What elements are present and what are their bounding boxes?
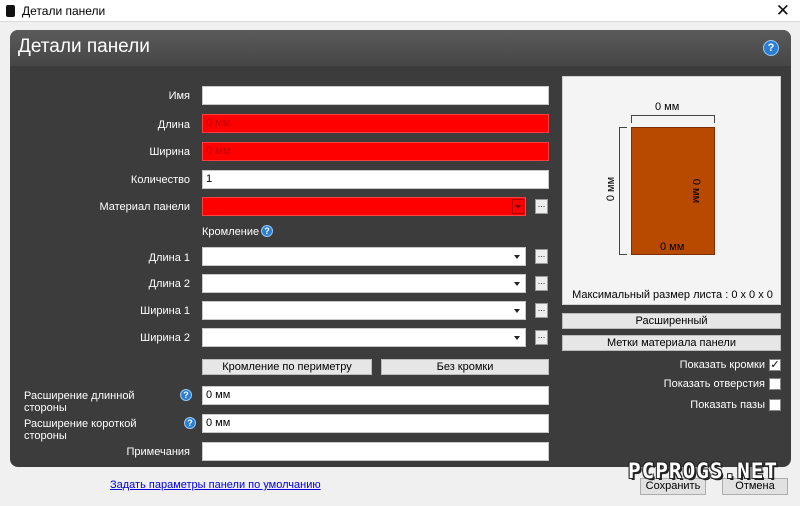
long-side-extension-input[interactable]: 0 мм [202, 386, 549, 405]
panel-title: Детали панели [18, 36, 150, 57]
top-dimension-label: 0 мм [655, 101, 680, 113]
no-edge-button[interactable]: Без кромки [381, 359, 549, 375]
top-dimension-line [631, 115, 715, 123]
edging-help-icon[interactable]: ? [261, 225, 273, 237]
quantity-label: Количество [130, 174, 190, 186]
edge-width1-select[interactable] [202, 301, 526, 320]
chevron-down-icon [514, 336, 520, 340]
edge-length1-select[interactable] [202, 247, 526, 266]
name-input[interactable] [202, 86, 549, 105]
long-side-help-icon[interactable]: ? [180, 389, 192, 401]
show-grooves-label: Показать пазы [690, 399, 765, 411]
panel-shape [631, 127, 715, 255]
edge-length2-select[interactable] [202, 274, 526, 293]
edge-width1-label: Ширина 1 [140, 305, 190, 317]
left-dimension-line [619, 127, 627, 255]
length-label: Длина [157, 119, 190, 131]
set-default-panel-params-link[interactable]: Задать параметры панели по умолчанию [110, 479, 321, 491]
material-labels-button[interactable]: Метки материала панели [562, 335, 781, 351]
edge-length1-browse-button[interactable]: ... [535, 249, 548, 264]
length-input[interactable]: 0 мм [202, 114, 549, 133]
watermark: PCPROGS.NET [628, 459, 779, 483]
quantity-input[interactable]: 1 [202, 170, 549, 189]
window-title: Детали панели [22, 4, 106, 18]
panel-header: Детали панели ? [10, 30, 791, 66]
chevron-down-icon [515, 205, 521, 209]
edge-length1-label: Длина 1 [148, 252, 190, 264]
show-edges-checkbox[interactable]: ✓ [769, 359, 781, 371]
short-side-help-icon[interactable]: ? [184, 417, 196, 429]
material-select[interactable] [202, 197, 526, 216]
long-side-extension-label: Расширение длинной стороны [24, 390, 135, 414]
material-dropdown-box[interactable] [512, 199, 524, 214]
edging-section-label: Кромление [202, 226, 260, 238]
short-side-extension-label: Расширение короткой стороны [24, 418, 137, 442]
notes-input[interactable] [202, 442, 549, 461]
edge-width2-browse-button[interactable]: ... [535, 330, 548, 345]
advanced-button[interactable]: Расширенный [562, 313, 781, 329]
edge-length2-label: Длина 2 [148, 278, 190, 290]
window-titlebar: Детали панели ✕ [0, 0, 800, 22]
close-icon[interactable]: ✕ [776, 0, 790, 22]
max-sheet-size-text: Максимальный размер листа : 0 x 0 x 0 [572, 289, 773, 301]
app-icon [6, 5, 15, 17]
edge-width2-select[interactable] [202, 328, 526, 347]
edge-width2-label: Ширина 2 [140, 332, 190, 344]
name-label: Имя [168, 90, 190, 102]
width-input[interactable]: 0 мм [202, 142, 549, 161]
chevron-down-icon [514, 309, 520, 313]
chevron-down-icon [514, 255, 520, 259]
right-dimension-label: 0 мм [690, 178, 702, 204]
notes-label: Примечания [126, 446, 190, 458]
left-dimension-label: 0 мм [605, 176, 617, 202]
panel-preview: 0 мм 0 мм 0 мм 0 мм Максимальный размер … [562, 76, 781, 305]
show-edges-label: Показать кромки [679, 359, 765, 371]
bottom-dimension-label: 0 мм [660, 241, 685, 253]
material-label: Материал панели [99, 201, 190, 213]
edge-length2-browse-button[interactable]: ... [535, 276, 548, 291]
help-icon[interactable]: ? [763, 40, 779, 56]
edge-width1-browse-button[interactable]: ... [535, 303, 548, 318]
show-grooves-checkbox[interactable] [769, 399, 781, 411]
short-side-extension-input[interactable]: 0 мм [202, 414, 549, 433]
width-label: Ширина [149, 146, 190, 158]
chevron-down-icon [514, 282, 520, 286]
show-holes-checkbox[interactable] [769, 378, 781, 390]
edge-perimeter-button[interactable]: Кромление по периметру [202, 359, 372, 375]
show-holes-label: Показать отверстия [663, 378, 765, 390]
material-browse-button[interactable]: ... [535, 199, 548, 214]
